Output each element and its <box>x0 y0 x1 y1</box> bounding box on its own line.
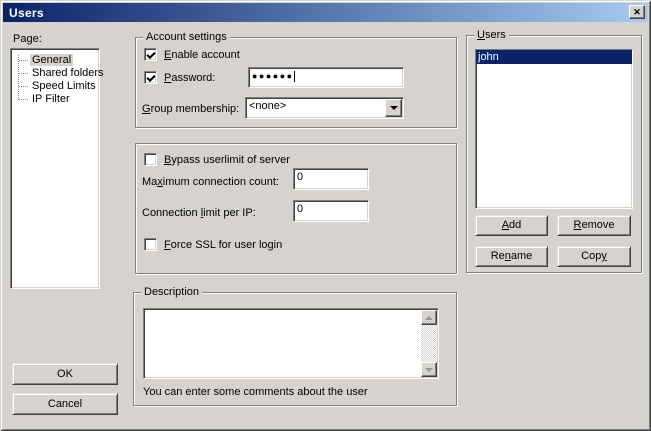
description-scrollbar[interactable] <box>421 310 437 377</box>
bypass-userlimit-label: Bypass userlimit of server <box>164 154 290 167</box>
scroll-down-icon[interactable] <box>421 362 437 377</box>
group-membership-select[interactable]: <none> <box>245 97 404 119</box>
description-hint: You can enter some comments about the us… <box>143 386 368 399</box>
group-membership-label: Group membership: <box>142 103 239 116</box>
account-settings-title: Account settings <box>143 31 230 44</box>
page-label: Page: <box>13 33 42 46</box>
description-textarea[interactable] <box>143 308 439 379</box>
enable-account-label: Enable account <box>164 49 240 62</box>
max-connection-count-label: Maximum connection count: <box>142 176 279 189</box>
remove-user-button[interactable]: Remove <box>557 215 631 236</box>
users-dialog: Users ✕ Page: General Shared folders Spe… <box>0 0 651 431</box>
close-icon[interactable]: ✕ <box>629 5 645 19</box>
connection-limit-per-ip-label: Connection limit per IP: <box>142 207 256 220</box>
bypass-userlimit-checkbox[interactable] <box>144 153 157 166</box>
rename-user-button[interactable]: Rename <box>475 246 548 267</box>
max-connection-count-input[interactable]: 0 <box>293 168 369 190</box>
page-item-ip-filter[interactable]: IP Filter <box>11 93 99 106</box>
description-title: Description <box>141 286 202 299</box>
window-title: Users <box>3 6 44 20</box>
connection-settings-group: Bypass userlimit of server Maximum conne… <box>135 143 457 274</box>
account-settings-group: Account settings Enable account Password… <box>135 37 457 128</box>
user-list-item[interactable]: john <box>476 50 632 64</box>
connection-limit-per-ip-input[interactable]: 0 <box>293 200 369 222</box>
ok-button[interactable]: OK <box>12 363 118 385</box>
page-item-general[interactable]: General <box>11 54 99 67</box>
password-input[interactable]: ●●●●●● <box>248 67 404 88</box>
cancel-button[interactable]: Cancel <box>12 393 118 415</box>
copy-user-button[interactable]: Copy <box>557 246 631 267</box>
page-item-shared-folders[interactable]: Shared folders <box>11 67 99 80</box>
password-label: Password: <box>164 72 215 85</box>
add-user-button[interactable]: Add <box>475 215 548 236</box>
users-list[interactable]: john <box>475 49 633 209</box>
text-caret <box>294 71 295 82</box>
chevron-down-icon[interactable] <box>385 99 402 117</box>
enable-account-checkbox[interactable] <box>144 48 157 61</box>
users-group: Users john Add Remove Rename Copy <box>466 35 642 273</box>
page-item-speed-limits[interactable]: Speed Limits <box>11 80 99 93</box>
users-group-title: Users <box>474 29 509 42</box>
page-list[interactable]: General Shared folders Speed Limits IP F… <box>10 48 100 289</box>
title-bar[interactable]: Users ✕ <box>3 3 648 22</box>
password-checkbox[interactable] <box>144 71 157 84</box>
scroll-up-icon[interactable] <box>421 310 437 325</box>
force-ssl-checkbox[interactable] <box>144 238 157 251</box>
description-group: Description You can enter some comments … <box>133 292 457 406</box>
force-ssl-label: Force SSL for user login <box>164 239 282 252</box>
